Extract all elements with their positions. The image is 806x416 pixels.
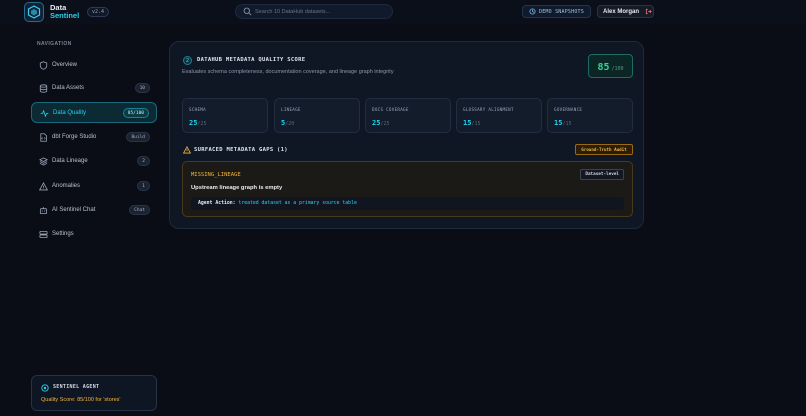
sidebar-item-data-assets[interactable]: Data Assets 10 <box>31 78 157 99</box>
sidebar-item-label: Overview <box>52 62 78 68</box>
agent-icon <box>41 384 49 392</box>
user-name: Alex Morgan <box>603 8 640 15</box>
score-badge: 85/100 <box>122 108 149 118</box>
metric-schema: SCHEMA 25/25 <box>182 98 268 133</box>
sidebar-item-anomalies[interactable]: Anomalies 1 <box>31 176 157 197</box>
agent-action-value: treated dataset as a primary source tabl… <box>238 201 357 206</box>
section-index: 2 <box>183 56 192 65</box>
card-subtitle: Evaluates schema completeness, documenta… <box>182 69 394 75</box>
user-menu[interactable]: Alex Morgan <box>597 5 654 18</box>
metric-value: 25/25 <box>189 119 207 127</box>
sidebar-item-label: Settings <box>52 231 74 237</box>
alert-triangle-icon <box>39 182 48 191</box>
version-badge: v2.4 <box>87 7 110 17</box>
metadata-gap-item: MISSING_LINEAGE Dataset-level Upstream l… <box>182 161 633 217</box>
sidebar-item-ai-sentinel-chat[interactable]: AI Sentinel Chat Chat <box>31 200 157 221</box>
agent-action-label: Agent Action: <box>198 201 236 206</box>
layers-icon <box>39 157 48 166</box>
brand-name-accent: Sentinel <box>50 11 80 20</box>
sidebar-item-data-lineage[interactable]: Data Lineage 2 <box>31 151 157 172</box>
count-badge: 10 <box>134 83 150 93</box>
search-input[interactable] <box>255 7 385 17</box>
sidebar-item-label: Data Lineage <box>52 158 88 164</box>
metric-value: 15/15 <box>554 119 572 127</box>
sidebar-item-label: Anomalies <box>52 183 81 189</box>
agent-title: SENTINEL AGENT <box>53 384 100 390</box>
metric-value: 5/20 <box>281 119 295 127</box>
quality-score-card: 2 DATAHUB METADATA QUALITY SCORE Evaluat… <box>169 41 644 229</box>
agent-action: Agent Action: treated dataset as a prima… <box>191 197 624 210</box>
bot-icon <box>39 207 48 215</box>
top-bar: Data Sentinel v2.4 DEMO SNAPSHOTS Alex M… <box>0 0 806 24</box>
sidebar-item-settings[interactable]: Settings <box>31 224 157 245</box>
score-value: 85 <box>597 62 610 73</box>
count-badge: 1 <box>137 181 150 191</box>
metric-glossary-alignment: GLOSSARY ALIGNMENT 15/15 <box>456 98 542 133</box>
sidebar-item-data-quality[interactable]: Data Quality 85/100 <box>31 102 157 123</box>
score-max: /100 <box>611 66 624 72</box>
sentinel-agent-panel: SENTINEL AGENT Quality Score: 85/100 for… <box>31 375 157 411</box>
database-icon <box>39 84 48 93</box>
sidebar-item-label: Data Quality <box>53 110 87 116</box>
gaps-title: SURFACED METADATA GAPS (1) <box>194 147 288 153</box>
sidebar-item-label: dbt Forge Studio <box>52 134 97 140</box>
demo-snapshots-label: DEMO SNAPSHOTS <box>539 8 584 15</box>
ground-truth-audit-badge: Ground-Truth Audit <box>575 144 633 155</box>
gap-code: MISSING_LINEAGE <box>191 172 241 178</box>
logout-icon[interactable] <box>645 8 652 15</box>
gap-message: Upstream lineage graph is empty <box>191 185 283 191</box>
metric-governance: GOVERNANCE 15/15 <box>547 98 633 133</box>
count-badge: 2 <box>137 156 150 166</box>
activity-icon <box>40 109 49 118</box>
agent-status: Quality Score: 85/100 for 'stores' <box>41 397 121 403</box>
metric-lineage: LINEAGE 5/20 <box>274 98 360 133</box>
metric-label: GOVERNANCE <box>554 107 583 112</box>
metric-label: GLOSSARY ALIGNMENT <box>463 107 514 112</box>
sidebar-item-label: Data Assets <box>52 85 85 91</box>
card-title: DATAHUB METADATA QUALITY SCORE <box>197 57 306 63</box>
search-icon <box>243 7 252 16</box>
metric-label: DOCS COVERAGE <box>372 107 409 112</box>
gap-level-badge: Dataset-level <box>580 169 624 180</box>
metric-docs-coverage: DOCS COVERAGE 25/25 <box>365 98 451 133</box>
overall-score: 85 /100 <box>588 54 633 78</box>
metric-label: SCHEMA <box>189 107 206 112</box>
sidebar-item-label: AI Sentinel Chat <box>52 207 96 213</box>
settings-icon <box>39 230 48 239</box>
logo-icon <box>24 2 44 22</box>
metric-value: 25/25 <box>372 119 390 127</box>
file-code-icon <box>40 133 47 142</box>
demo-snapshots-button[interactable]: DEMO SNAPSHOTS <box>522 5 591 18</box>
metric-label: LINEAGE <box>281 107 301 112</box>
metric-value: 15/15 <box>463 119 481 127</box>
warning-icon <box>183 146 191 154</box>
nav-heading: NAVIGATION <box>37 41 72 47</box>
chat-badge: Chat <box>129 205 150 215</box>
shield-icon <box>39 61 48 70</box>
snapshot-icon <box>529 8 536 15</box>
sidebar-item-dbt-forge-studio[interactable]: dbt Forge Studio Build <box>31 127 157 148</box>
search-bar[interactable] <box>235 4 393 19</box>
sidebar-item-overview[interactable]: Overview <box>31 55 157 76</box>
build-badge: Build <box>126 132 150 142</box>
